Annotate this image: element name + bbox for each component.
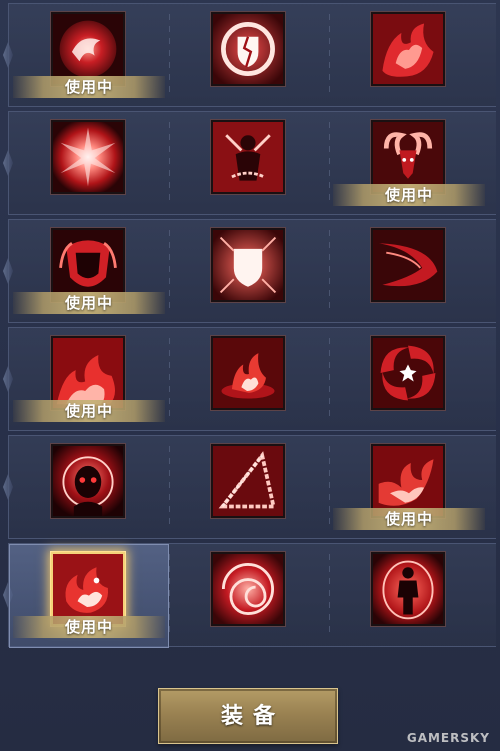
in-use-badge: 使用中 [13,76,165,98]
skill-slot[interactable] [329,220,489,324]
skill-slot[interactable] [9,112,169,216]
skill-slot[interactable]: 使用中 [9,4,169,108]
vortex-star-skill-icon[interactable] [371,336,445,410]
skill-row: 使用中 [8,219,496,323]
light-burst-skill-icon[interactable] [51,120,125,194]
in-use-badge: 使用中 [333,508,485,530]
skill-slot[interactable] [169,220,329,324]
cracked-shield-skill-icon[interactable] [211,12,285,86]
skull-aura-skill-icon[interactable] [51,444,125,518]
skill-row: 使用中 [8,435,496,539]
flame-cluster-skill-icon[interactable] [371,12,445,86]
ram-horn-skill-icon[interactable] [371,120,445,194]
chain-triangle-skill-icon[interactable] [211,444,285,518]
in-use-badge: 使用中 [13,616,165,638]
gamersky-watermark: GAMERSKY [406,731,490,745]
skill-slot[interactable] [169,436,329,540]
skill-slot[interactable]: 使用中 [329,112,489,216]
skill-slot[interactable] [9,436,169,540]
fire-claw-skill-icon[interactable] [371,444,445,518]
skill-slot[interactable] [169,544,329,648]
equip-button[interactable]: 装备 [158,688,338,744]
skill-slot-selected[interactable]: 使用中 [9,544,169,648]
glowing-shield-skill-icon[interactable] [211,228,285,302]
flaming-armor-skill-icon[interactable] [51,228,125,302]
flame-blast-skill-icon[interactable] [211,336,285,410]
in-use-badge: 使用中 [13,292,165,314]
skill-row: 使用中 [8,327,496,431]
skill-slot[interactable]: 使用中 [9,328,169,432]
skill-slot[interactable] [329,4,489,108]
swirl-orb-skill-icon[interactable] [51,12,125,86]
chained-figure-skill-icon[interactable] [211,120,285,194]
skill-slot[interactable] [169,4,329,108]
fire-wave-skill-icon[interactable] [51,336,125,410]
skill-row: 使用中 [8,3,496,107]
skill-slot[interactable] [329,544,489,648]
skill-slot[interactable]: 使用中 [9,220,169,324]
skill-slot[interactable] [329,328,489,432]
skill-row: 使用中 [8,543,496,648]
skill-slot[interactable]: 使用中 [329,436,489,540]
red-vortex-skill-icon[interactable] [211,552,285,626]
in-use-badge: 使用中 [333,184,485,206]
skill-slot[interactable] [169,328,329,432]
in-use-badge: 使用中 [13,400,165,422]
skill-row: 使用中 [8,111,496,215]
dash-strike-skill-icon[interactable] [371,228,445,302]
skill-slot[interactable] [169,112,329,216]
fire-bird-skill-icon[interactable] [51,552,125,626]
burning-warrior-skill-icon[interactable] [371,552,445,626]
